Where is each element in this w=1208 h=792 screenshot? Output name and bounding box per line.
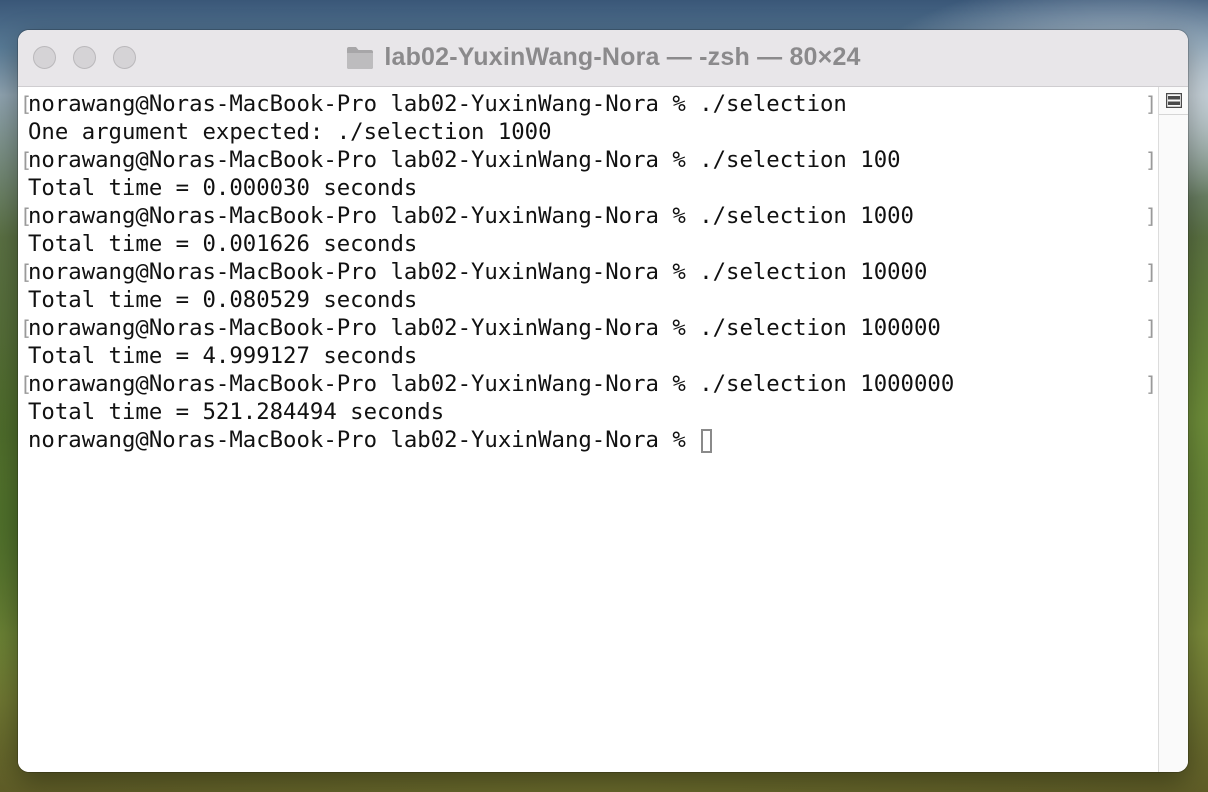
line-mark-left: [ (20, 92, 33, 116)
terminal-line: [norawang@Noras-MacBook-Pro lab02-YuxinW… (18, 90, 1158, 118)
line-mark-right: ] (1145, 204, 1158, 228)
line-mark-left: [ (20, 260, 33, 284)
split-pane-button[interactable] (1159, 87, 1188, 115)
terminal-line: Total time = 0.000030 seconds (18, 174, 1158, 202)
line-mark-right: ] (1145, 148, 1158, 172)
terminal-line-text: norawang@Noras-MacBook-Pro lab02-YuxinWa… (28, 203, 914, 229)
terminal-line: [norawang@Noras-MacBook-Pro lab02-YuxinW… (18, 370, 1158, 398)
terminal-line-text: Total time = 0.080529 seconds (28, 287, 418, 313)
scrollbar[interactable] (1158, 87, 1188, 772)
terminal-line: One argument expected: ./selection 1000 (18, 118, 1158, 146)
line-mark-right: ] (1145, 92, 1158, 116)
terminal-line: [norawang@Noras-MacBook-Pro lab02-YuxinW… (18, 146, 1158, 174)
terminal-line: Total time = 521.284494 seconds (18, 398, 1158, 426)
terminal-line-text: Total time = 4.999127 seconds (28, 343, 418, 369)
terminal-line: [norawang@Noras-MacBook-Pro lab02-YuxinW… (18, 258, 1158, 286)
line-mark-right: ] (1145, 316, 1158, 340)
text-cursor (701, 429, 713, 453)
terminal-line-text: norawang@Noras-MacBook-Pro lab02-YuxinWa… (28, 371, 955, 397)
prompt-text: norawang@Noras-MacBook-Pro lab02-YuxinWa… (28, 427, 700, 453)
terminal-line: [norawang@Noras-MacBook-Pro lab02-YuxinW… (18, 314, 1158, 342)
line-mark-right: ] (1145, 260, 1158, 284)
terminal-line-text: norawang@Noras-MacBook-Pro lab02-YuxinWa… (28, 91, 847, 117)
window-title-text: lab02-YuxinWang-Nora — -zsh — 80×24 (384, 42, 861, 71)
terminal-content[interactable]: [norawang@Noras-MacBook-Pro lab02-YuxinW… (18, 87, 1158, 772)
window-title: lab02-YuxinWang-Nora — -zsh — 80×24 (18, 42, 1188, 72)
folder-icon (347, 47, 374, 69)
line-mark-left: [ (20, 316, 33, 340)
terminal-window[interactable]: lab02-YuxinWang-Nora — -zsh — 80×24 [nor… (18, 30, 1188, 772)
terminal-line: Total time = 0.001626 seconds (18, 230, 1158, 258)
line-mark-left: [ (20, 204, 33, 228)
terminal-line-text: Total time = 521.284494 seconds (28, 399, 445, 425)
terminal-line: [norawang@Noras-MacBook-Pro lab02-YuxinW… (18, 202, 1158, 230)
prompt-line[interactable]: norawang@Noras-MacBook-Pro lab02-YuxinWa… (18, 426, 1158, 454)
title-bar[interactable]: lab02-YuxinWang-Nora — -zsh — 80×24 (18, 30, 1188, 87)
line-mark-left: [ (20, 372, 33, 396)
terminal-line-text: norawang@Noras-MacBook-Pro lab02-YuxinWa… (28, 315, 941, 341)
terminal-line-text: norawang@Noras-MacBook-Pro lab02-YuxinWa… (28, 147, 901, 173)
terminal-line-text: Total time = 0.001626 seconds (28, 231, 418, 257)
terminal-line: Total time = 4.999127 seconds (18, 342, 1158, 370)
terminal-output: [norawang@Noras-MacBook-Pro lab02-YuxinW… (18, 90, 1158, 454)
terminal-line-text: norawang@Noras-MacBook-Pro lab02-YuxinWa… (28, 259, 928, 285)
line-mark-right: ] (1145, 372, 1158, 396)
split-pane-icon (1165, 93, 1182, 108)
line-mark-left: [ (20, 148, 33, 172)
terminal-line-text: Total time = 0.000030 seconds (28, 175, 418, 201)
terminal-line-text: One argument expected: ./selection 1000 (28, 119, 552, 145)
terminal-line: Total time = 0.080529 seconds (18, 286, 1158, 314)
